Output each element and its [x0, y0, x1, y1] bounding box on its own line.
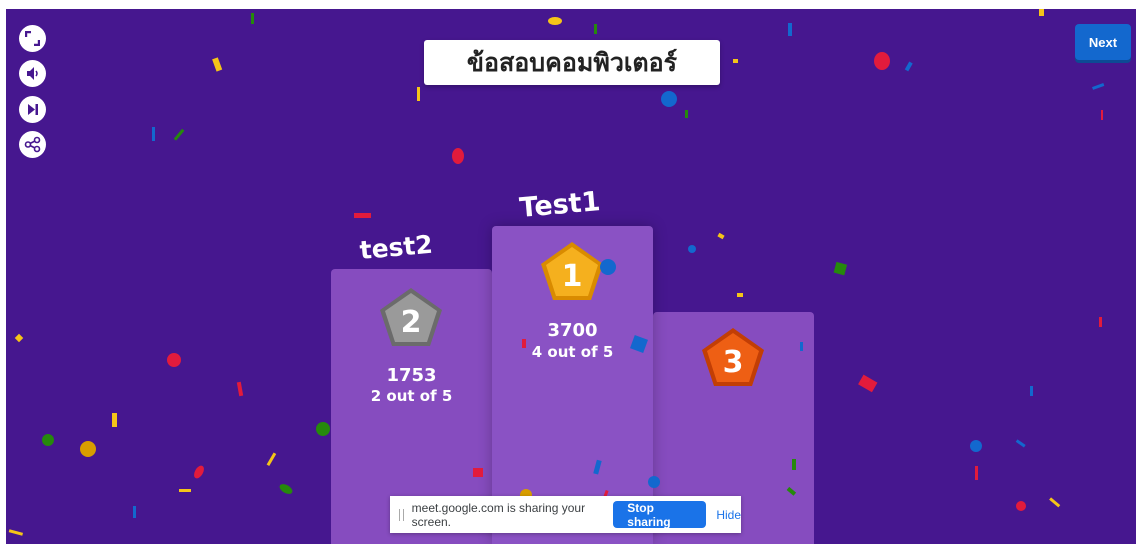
fullscreen-button[interactable]	[19, 25, 46, 52]
volume-button[interactable]	[19, 60, 46, 87]
hide-link[interactable]: Hide	[716, 508, 741, 522]
second-rank-number: 2	[401, 305, 422, 340]
share-button[interactable]	[19, 131, 46, 158]
skip-button[interactable]	[19, 96, 46, 123]
skip-icon	[28, 104, 38, 115]
share-icon	[24, 136, 41, 153]
stop-sharing-button[interactable]: Stop sharing	[613, 501, 707, 529]
quiz-title-box: ข้อสอบคอมพิวเตอร์	[424, 40, 720, 85]
quiz-title: ข้อสอบคอมพิวเตอร์	[466, 47, 678, 77]
first-correct-count: 4 out of 5	[531, 343, 614, 361]
podium-screen: ข้อสอบคอมพิวเตอร์ Next 2 1753 2 out of 5…	[6, 9, 1136, 544]
gold-medal-icon: 1	[541, 242, 603, 300]
next-button[interactable]: Next	[1075, 24, 1131, 60]
volume-icon	[27, 67, 38, 80]
silver-medal-icon: 2	[380, 288, 442, 346]
first-score: 3700	[547, 320, 598, 341]
bronze-medal-icon: 3	[702, 328, 764, 386]
third-rank-number: 3	[723, 345, 744, 380]
second-score: 1753	[386, 365, 437, 386]
screen-share-message: meet.google.com is sharing your screen.	[411, 500, 586, 529]
screen-share-notification: meet.google.com is sharing your screen. …	[390, 496, 741, 533]
first-player-name: Test1	[518, 186, 602, 224]
second-correct-count: 2 out of 5	[370, 387, 453, 405]
first-rank-number: 1	[562, 259, 583, 294]
drag-handle[interactable]	[399, 508, 404, 521]
second-player-name: test2	[358, 229, 434, 265]
fullscreen-icon	[25, 31, 40, 46]
